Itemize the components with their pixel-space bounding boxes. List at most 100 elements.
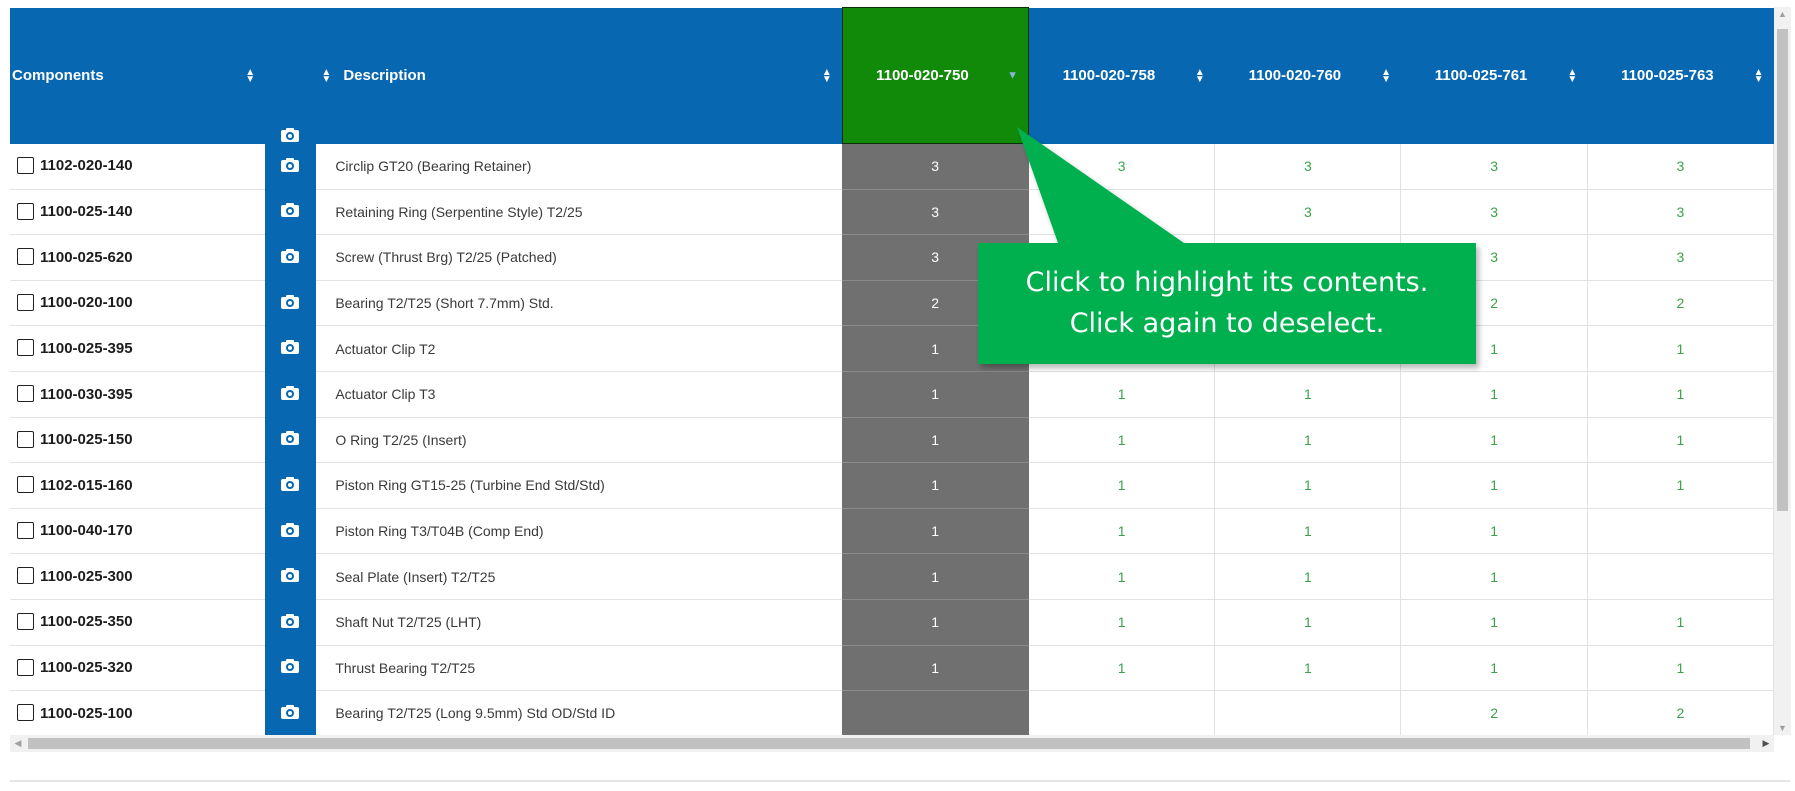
quantity-cell[interactable] bbox=[842, 690, 1030, 737]
quantity-cell[interactable]: 1 bbox=[1214, 371, 1402, 418]
row-checkbox[interactable] bbox=[17, 567, 34, 585]
column-header-1100-020-758[interactable]: 1100-020-758 ▲ ▼ bbox=[1028, 7, 1215, 144]
sort-icon[interactable]: ▲ ▼ bbox=[245, 67, 255, 84]
photo-button[interactable] bbox=[265, 189, 316, 236]
sort-icon[interactable]: ▲ ▼ bbox=[1195, 67, 1205, 84]
row-checkbox[interactable] bbox=[17, 156, 34, 174]
quantity-cell[interactable]: 2 bbox=[1400, 690, 1588, 737]
column-header-components[interactable]: Components ▲ ▼ bbox=[10, 7, 266, 144]
column-header-1100-025-763[interactable]: 1100-025-763 ▲ ▼ bbox=[1587, 7, 1774, 144]
photo-button[interactable] bbox=[265, 508, 316, 555]
table-row[interactable]: 1102-020-140 Circlip GT20 (Bearing Retain… bbox=[10, 143, 1775, 190]
scroll-down-icon[interactable]: ▼ bbox=[1774, 723, 1791, 733]
quantity-cell[interactable]: 1 bbox=[842, 553, 1030, 600]
photo-button[interactable] bbox=[265, 417, 316, 464]
quantity-cell[interactable]: 1 bbox=[1214, 599, 1402, 646]
quantity-cell[interactable] bbox=[1028, 189, 1216, 236]
quantity-cell[interactable]: 3 bbox=[1587, 189, 1775, 236]
sort-icon[interactable]: ▲ ▼ bbox=[1567, 67, 1577, 84]
sort-icon[interactable]: ▲ ▼ bbox=[1381, 67, 1391, 84]
quantity-cell[interactable]: 1 bbox=[1214, 645, 1402, 692]
row-checkbox[interactable] bbox=[17, 202, 34, 220]
row-checkbox[interactable] bbox=[17, 658, 34, 676]
row-checkbox[interactable] bbox=[17, 704, 34, 722]
table-row[interactable]: 1102-015-160 Piston Ring GT15-25 (Turbine… bbox=[10, 462, 1775, 509]
photo-button[interactable] bbox=[265, 599, 316, 646]
table-row[interactable]: 1100-025-350 Shaft Nut T2/T25 (LHT) 1 1 1 1 1 bbox=[10, 599, 1775, 646]
sort-desc-icon[interactable]: ▼ bbox=[1007, 70, 1018, 81]
photo-button[interactable] bbox=[265, 645, 316, 692]
photo-button[interactable] bbox=[265, 280, 316, 327]
photo-button[interactable] bbox=[265, 325, 316, 372]
table-row[interactable]: 1100-020-100 Bearing T2/T25 (Short 7.7mm)… bbox=[10, 280, 1775, 327]
column-header-description[interactable]: Description ▲ ▼ bbox=[335, 7, 843, 144]
row-checkbox[interactable] bbox=[17, 293, 34, 311]
table-row[interactable]: 1100-025-620 Screw (Thrust Brg) T2/25 (Pa… bbox=[10, 234, 1775, 281]
table-row[interactable]: 1100-040-170 Piston Ring T3/T04B (Comp En… bbox=[10, 508, 1775, 555]
quantity-cell[interactable]: 1 bbox=[842, 462, 1030, 509]
quantity-cell[interactable]: 1 bbox=[1028, 508, 1216, 555]
quantity-cell[interactable]: 1 bbox=[1028, 462, 1216, 509]
quantity-cell[interactable]: 3 bbox=[1028, 143, 1216, 190]
photo-button[interactable] bbox=[265, 553, 316, 600]
quantity-cell[interactable]: 1 bbox=[1587, 645, 1775, 692]
quantity-cell[interactable]: 1 bbox=[1028, 553, 1216, 600]
row-checkbox[interactable] bbox=[17, 521, 34, 539]
quantity-cell[interactable]: 1 bbox=[1400, 553, 1588, 600]
table-row[interactable]: 1100-025-395 Actuator Clip T2 1 1 1 bbox=[10, 325, 1775, 372]
table-row[interactable]: 1100-025-140 Retaining Ring (Serpentine S… bbox=[10, 189, 1775, 236]
quantity-cell[interactable]: 1 bbox=[1214, 508, 1402, 555]
quantity-cell[interactable]: 1 bbox=[1028, 417, 1216, 464]
quantity-cell[interactable]: 1 bbox=[1587, 371, 1775, 418]
quantity-cell[interactable] bbox=[1028, 690, 1216, 737]
quantity-cell[interactable] bbox=[1587, 508, 1775, 555]
table-row[interactable]: 1100-025-150 O Ring T2/25 (Insert) 1 1 1 1 1 bbox=[10, 417, 1775, 464]
quantity-cell[interactable]: 2 bbox=[1587, 690, 1775, 737]
row-checkbox[interactable] bbox=[17, 476, 34, 494]
photo-button[interactable] bbox=[265, 462, 316, 509]
row-checkbox[interactable] bbox=[17, 613, 34, 630]
table-row[interactable]: 1100-025-320 Thrust Bearing T2/T25 1 1 1 1 1 bbox=[10, 645, 1775, 692]
quantity-cell[interactable]: 1 bbox=[1028, 599, 1216, 646]
quantity-cell[interactable]: 3 bbox=[1587, 234, 1775, 281]
scroll-right-icon[interactable]: ▶ bbox=[1758, 735, 1774, 752]
quantity-cell[interactable]: 1 bbox=[842, 417, 1030, 464]
photo-button[interactable] bbox=[265, 143, 316, 190]
quantity-cell[interactable]: 1 bbox=[1400, 508, 1588, 555]
sort-icon[interactable]: ▲ ▼ bbox=[321, 67, 331, 84]
quantity-cell[interactable]: 1 bbox=[1214, 553, 1402, 600]
quantity-cell[interactable]: 1 bbox=[1587, 462, 1775, 509]
quantity-cell[interactable]: 1 bbox=[1400, 371, 1588, 418]
quantity-cell[interactable]: 1 bbox=[1028, 371, 1216, 418]
quantity-cell[interactable]: 1 bbox=[1587, 417, 1775, 464]
table-row[interactable]: 1100-030-395 Actuator Clip T3 1 1 1 1 1 bbox=[10, 371, 1775, 418]
quantity-cell[interactable]: 1 bbox=[1400, 645, 1588, 692]
quantity-cell[interactable]: 1 bbox=[1214, 417, 1402, 464]
vertical-scroll-thumb[interactable] bbox=[1777, 29, 1788, 511]
sort-icon[interactable]: ▲ ▼ bbox=[822, 67, 832, 84]
quantity-cell[interactable] bbox=[1587, 553, 1775, 600]
quantity-cell[interactable]: 3 bbox=[1400, 189, 1588, 236]
scroll-left-icon[interactable]: ◀ bbox=[10, 735, 26, 752]
quantity-cell[interactable]: 1 bbox=[1587, 599, 1775, 646]
quantity-cell[interactable]: 1 bbox=[842, 371, 1030, 418]
table-row[interactable]: 1100-025-100 Bearing T2/T25 (Long 9.5mm) … bbox=[10, 690, 1775, 737]
scroll-up-icon[interactable]: ▲ bbox=[1774, 9, 1791, 19]
quantity-cell[interactable] bbox=[1214, 690, 1402, 737]
table-row[interactable]: 1100-025-300 Seal Plate (Insert) T2/T25 1 1… bbox=[10, 553, 1775, 600]
photo-button[interactable] bbox=[265, 690, 316, 737]
quantity-cell[interactable]: 3 bbox=[842, 189, 1030, 236]
row-checkbox[interactable] bbox=[17, 430, 34, 448]
photo-button[interactable] bbox=[265, 371, 316, 418]
horizontal-scrollbar[interactable]: ◀ ▶ bbox=[10, 735, 1774, 752]
quantity-cell[interactable]: 2 bbox=[1587, 280, 1775, 327]
photo-button[interactable] bbox=[265, 234, 316, 281]
row-checkbox[interactable] bbox=[17, 339, 34, 357]
quantity-cell[interactable]: 1 bbox=[842, 645, 1030, 692]
quantity-cell[interactable]: 1 bbox=[842, 599, 1030, 646]
photo-sort-cell[interactable]: ▲ ▼ bbox=[315, 7, 336, 144]
quantity-cell[interactable]: 1 bbox=[842, 508, 1030, 555]
row-checkbox[interactable] bbox=[17, 248, 34, 266]
quantity-cell[interactable]: 1 bbox=[1214, 462, 1402, 509]
row-checkbox[interactable] bbox=[17, 385, 34, 403]
